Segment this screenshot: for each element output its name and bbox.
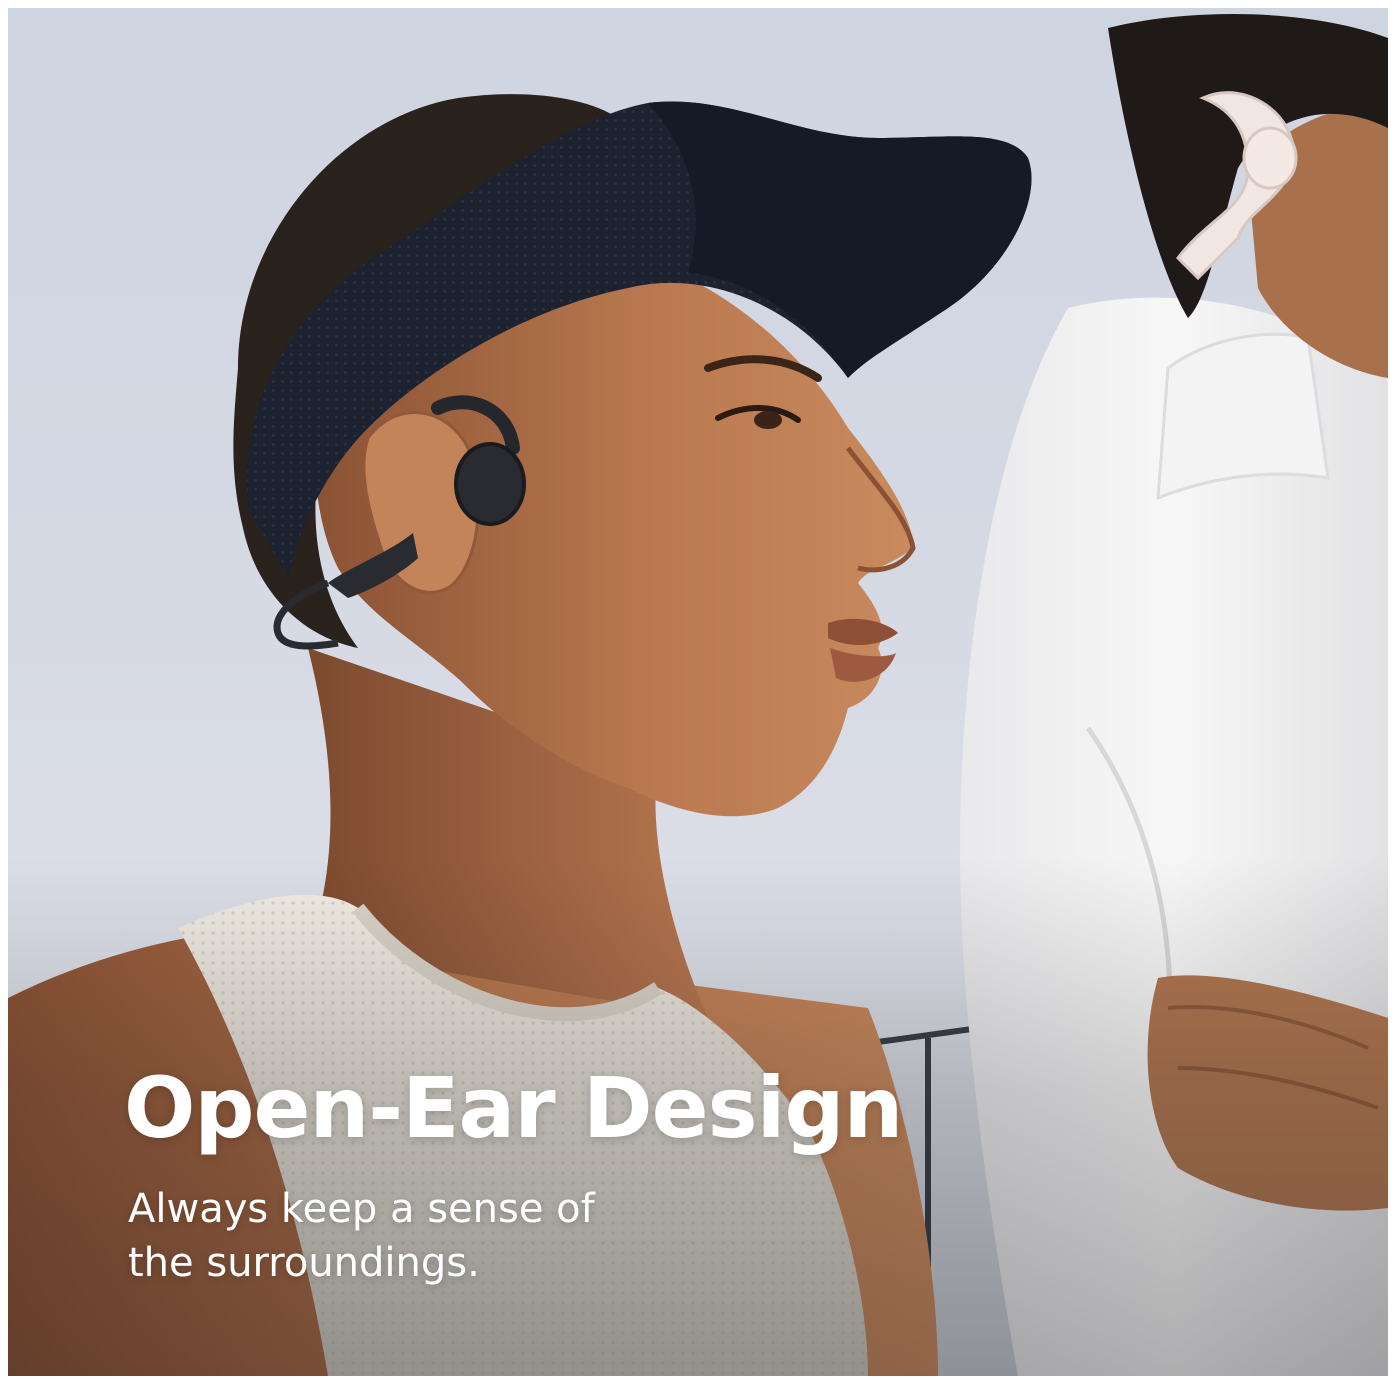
subheadline: Always keep a sense of the surroundings. xyxy=(128,1182,595,1290)
headline: Open-Ear Design xyxy=(124,1059,903,1157)
subheadline-line-2: the surroundings. xyxy=(128,1240,480,1286)
subheadline-line-1: Always keep a sense of xyxy=(128,1186,595,1232)
product-image-frame: Open-Ear Design Always keep a sense of t… xyxy=(8,8,1388,1376)
